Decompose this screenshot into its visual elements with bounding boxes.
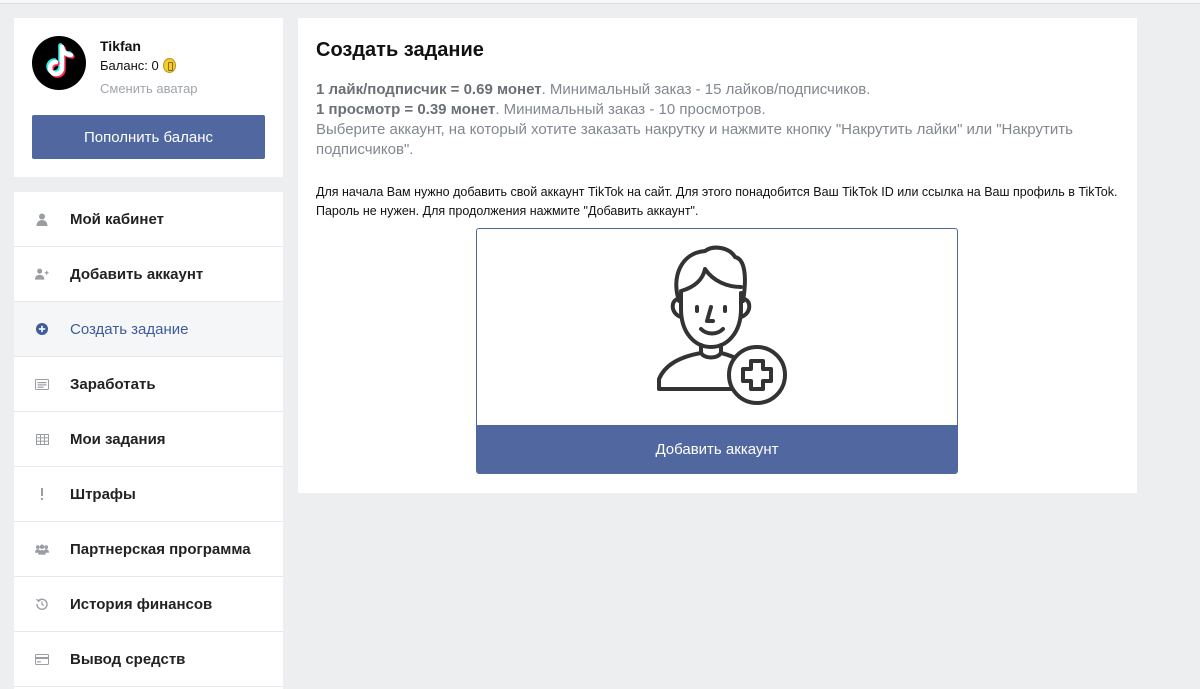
add-account-note: Для начала Вам нужно добавить свой аккау… [316, 185, 1118, 218]
sidebar-item-label: Создать задание [70, 320, 189, 338]
history-icon [35, 597, 49, 611]
sidebar-item-my-cabinet[interactable]: Мой кабинет [14, 192, 283, 247]
sidebar-item-create-task[interactable]: Создать задание [14, 302, 283, 357]
likes-price-line: 1 лайк/подписчик = 0.69 монет. Минимальн… [316, 80, 1116, 100]
tiktok-logo-icon [46, 43, 75, 78]
sidebar-item-partner-program[interactable]: Партнерская программа [14, 522, 283, 577]
add-user-icon [35, 267, 49, 281]
users-icon [35, 542, 49, 556]
add-user-illustration-icon [657, 245, 787, 405]
views-price-line: 1 просмотр = 0.39 монет. Минимальный зак… [316, 100, 1116, 120]
user-icon [35, 212, 49, 226]
change-avatar-link[interactable]: Сменить аватар [100, 81, 198, 96]
sidebar-item-label: История финансов [70, 595, 213, 613]
sidebar-item-label: Мой кабинет [70, 210, 164, 228]
sidebar-item-my-tasks[interactable]: Мои задания [14, 412, 283, 467]
add-account-button[interactable]: Добавить аккаунт [477, 425, 957, 473]
balance: Баланс: 0 [100, 58, 176, 73]
sidebar-item-penalties[interactable]: Штрафы [14, 467, 283, 522]
credit-card-icon [35, 652, 49, 666]
sidebar-item-label: Партнерская программа [70, 540, 251, 558]
table-icon [35, 432, 49, 446]
sidebar-item-finance-history[interactable]: История финансов [14, 577, 283, 632]
sidebar-item-label: Заработать [70, 375, 156, 393]
browser-top-strip [0, 0, 1200, 4]
sidebar-item-label: Мои задания [70, 430, 166, 448]
views-min-order: . Минимальный заказ - 10 просмотров. [495, 101, 766, 118]
sidebar-item-label: Вывод средств [70, 650, 186, 668]
likes-min-order: . Минимальный заказ - 15 лайков/подписчи… [541, 81, 871, 98]
exclamation-icon [35, 487, 49, 501]
username: Tikfan [100, 38, 141, 54]
sidebar-menu: Мой кабинет Добавить аккаунт Создать зад… [14, 192, 283, 689]
profile-card: Tikfan Баланс: 0 Сменить аватар Пополнит… [14, 18, 283, 177]
balance-label: Баланс: 0 [100, 58, 159, 73]
plus-circle-icon [35, 322, 49, 336]
views-price: 1 просмотр = 0.39 монет [316, 101, 496, 118]
likes-price: 1 лайк/подписчик = 0.69 монет [316, 81, 542, 98]
create-task-card: Создать задание 1 лайк/подписчик = 0.69 … [298, 18, 1137, 493]
sidebar-item-label: Штрафы [70, 485, 136, 503]
instructions-text: Выберите аккаунт, на который хотите зака… [316, 121, 1073, 158]
avatar[interactable] [32, 36, 86, 90]
coin-icon [162, 58, 176, 73]
sidebar-item-add-account[interactable]: Добавить аккаунт [14, 247, 283, 302]
sidebar-item-earn[interactable]: Заработать [14, 357, 283, 412]
page-title: Создать задание [316, 39, 484, 61]
pricing-info: 1 лайк/подписчик = 0.69 монет. Минимальн… [316, 80, 1116, 160]
add-account-panel[interactable]: Добавить аккаунт [476, 228, 958, 474]
sidebar-item-label: Добавить аккаунт [70, 265, 204, 283]
topup-balance-button[interactable]: Пополнить баланс [32, 115, 265, 159]
sidebar-item-withdraw[interactable]: Вывод средств [14, 632, 283, 687]
card-list-icon [35, 377, 49, 391]
